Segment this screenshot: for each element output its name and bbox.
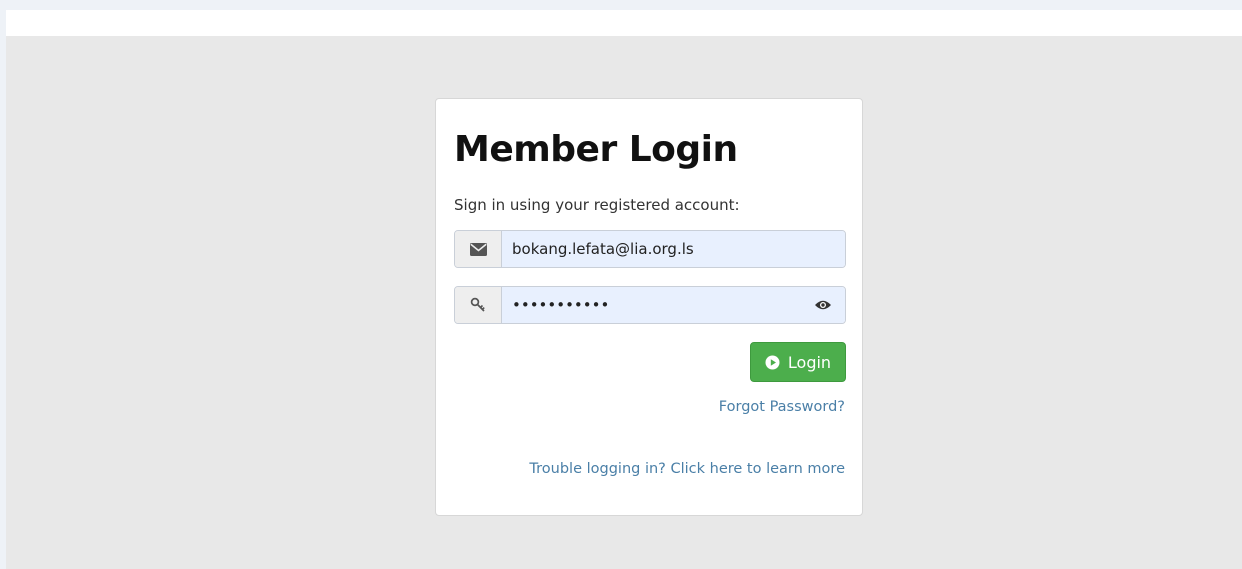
header-bar [6,10,1242,36]
play-circle-icon [765,355,780,370]
email-input-group [454,230,846,268]
login-subtitle: Sign in using your registered account: [454,196,740,214]
password-input-group [454,286,846,324]
key-icon [455,287,502,323]
eye-icon[interactable] [801,287,845,323]
login-button-label: Login [787,352,832,372]
email-field[interactable] [502,231,845,267]
login-button[interactable]: Login [750,342,846,382]
login-card: Member Login Sign in using your register… [435,98,863,516]
password-field[interactable] [502,287,801,323]
page-title: Member Login [454,129,738,170]
envelope-icon [455,231,502,267]
trouble-logging-in-link[interactable]: Trouble logging in? Click here to learn … [529,461,845,477]
forgot-password-link[interactable]: Forgot Password? [719,399,845,415]
top-strip [0,0,1242,10]
